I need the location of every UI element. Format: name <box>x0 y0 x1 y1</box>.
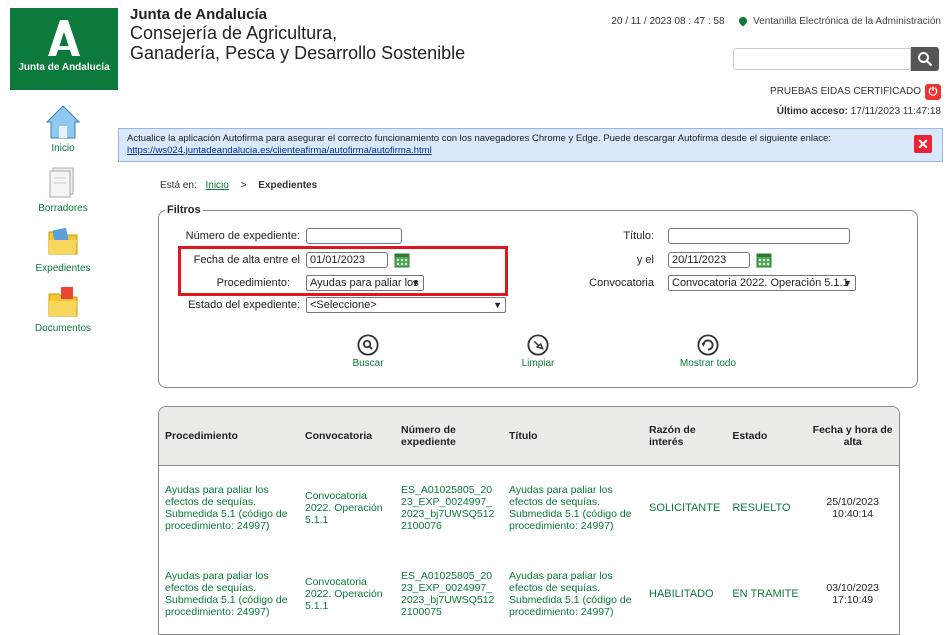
highlight-box <box>178 246 508 296</box>
chevron-down-icon: ▼ <box>493 300 502 310</box>
location-pin-icon <box>737 15 749 27</box>
cell-fecha-date: 03/10/2023 <box>826 582 879 594</box>
notice-link[interactable]: https://ws024.juntadeandalucia.es/client… <box>127 145 432 156</box>
junta-logo[interactable]: Junta de Andalucía <box>10 8 118 90</box>
table-row[interactable]: Ayudas para paliar los efectos de sequía… <box>159 551 899 634</box>
folder-icon <box>48 227 78 255</box>
notice-text: Actualice la aplicación Autofirma para a… <box>127 133 831 144</box>
cell-numero[interactable]: ES_A01025805_2023_EXP_0024997_2023_bj7UW… <box>395 551 503 634</box>
close-icon[interactable]: ✕ <box>914 135 932 153</box>
top-right-bar: 20 / 11 / 2023 08 : 47 : 58 Ventanilla E… <box>611 15 941 27</box>
nav-expedientes-label: Expedientes <box>35 263 91 274</box>
refresh-icon <box>697 334 719 356</box>
cell-razon[interactable]: SOLICITANTE <box>643 465 726 551</box>
y-el-label: y el <box>636 254 654 266</box>
cell-fecha-date: 25/10/2023 <box>826 496 879 509</box>
last-access-value: 17/11/2023 11:47:18 <box>850 106 941 117</box>
estado-label: Estado del expediente: <box>188 299 300 311</box>
cell-numero[interactable]: ES_A01025805_2023_EXP_0024997_2023_bj7UW… <box>395 465 503 551</box>
breadcrumb-prefix: Está en: <box>160 180 197 191</box>
col-convocatoria[interactable]: Convocatoria <box>299 407 395 466</box>
search-icon <box>357 334 379 356</box>
convocatoria-label: Convocatoria <box>589 277 654 289</box>
estado-select[interactable]: <Seleccione> ▼ <box>306 297 506 313</box>
buscar-button[interactable]: Buscar <box>340 334 396 369</box>
fecha-hasta-input[interactable]: 20/11/2023 <box>668 252 750 268</box>
col-numero[interactable]: Número de expediente <box>395 407 503 466</box>
nav-borradores[interactable]: Borradores <box>28 164 98 214</box>
cell-fecha[interactable]: 25/10/2023 10:40:14 <box>806 465 899 551</box>
limpiar-label: Limpiar <box>521 358 555 369</box>
col-razon[interactable]: Razón de interés <box>643 407 727 466</box>
results-table: Procedimiento Convocatoria Número de exp… <box>159 407 899 634</box>
power-icon[interactable]: ⏻ <box>925 84 941 100</box>
search-button[interactable] <box>911 47 939 71</box>
numero-expediente-input[interactable] <box>306 228 402 244</box>
documents-icon <box>48 287 78 317</box>
col-estado[interactable]: Estado <box>726 407 807 466</box>
convocatoria-select-value: Convocatoria 2022. Operación 5.1.1 <box>672 277 849 289</box>
convocatoria-select[interactable]: Convocatoria 2022. Operación 5.1.1 ▼ <box>668 275 856 291</box>
col-fecha[interactable]: Fecha y hora de alta <box>806 407 899 466</box>
col-procedimiento[interactable]: Procedimiento <box>159 407 299 466</box>
breadcrumb-home-link[interactable]: Inicio <box>205 180 228 191</box>
page-header: Junta de Andalucía Consejería de Agricul… <box>130 6 465 63</box>
nav-documentos-label: Documentos <box>34 323 92 334</box>
cell-titulo[interactable]: Ayudas para paliar los efectos de sequía… <box>503 465 643 551</box>
user-name: PRUEBAS EIDAS CERTIFICADO <box>770 86 921 97</box>
nav-documentos[interactable]: Documentos <box>28 284 98 334</box>
org-name: Junta de Andalucía <box>130 6 267 23</box>
cell-estado[interactable]: EN TRAMITE <box>726 551 806 634</box>
junta-logo-icon <box>48 20 80 56</box>
cell-titulo[interactable]: Ayudas para paliar los efectos de sequía… <box>503 551 643 634</box>
broom-icon <box>527 334 549 356</box>
breadcrumb-separator: > <box>240 180 247 191</box>
cell-razon[interactable]: HABILITADO <box>643 551 726 634</box>
nav-borradores-label: Borradores <box>38 203 88 214</box>
filters-legend: Filtros <box>167 204 201 216</box>
table-row[interactable]: Ayudas para paliar los efectos de sequía… <box>159 465 899 551</box>
estado-select-value: <Seleccione> <box>310 299 377 311</box>
buscar-label: Buscar <box>352 358 384 369</box>
cell-fecha[interactable]: 03/10/2023 17:10:49 <box>806 551 899 634</box>
last-access: Último acceso: 17/11/2023 11:47:18 <box>777 106 941 117</box>
dept-line-2: Ganadería, Pesca y Desarrollo Sostenible <box>130 43 466 63</box>
titulo-input[interactable] <box>668 228 850 244</box>
search-icon <box>918 52 933 67</box>
cell-procedimiento[interactable]: Ayudas para paliar los efectos de sequía… <box>159 465 299 551</box>
drafts-icon <box>49 167 74 198</box>
titulo-label: Título: <box>623 230 654 242</box>
logo-text: Junta de Andalucía <box>18 62 110 73</box>
breadcrumb: Está en: Inicio > Expedientes <box>160 180 317 191</box>
chevron-down-icon: ▼ <box>843 278 852 288</box>
left-sidebar: Junta de Andalucía Inicio Borradores Exp… <box>0 0 120 635</box>
nav-inicio[interactable]: Inicio <box>28 104 98 154</box>
cell-fecha-time: 10:40:14 <box>832 508 874 521</box>
ventanilla-link[interactable]: Ventanilla Electrónica de la Administrac… <box>753 16 941 27</box>
dept-line-1: Consejería de Agricultura, <box>130 23 338 43</box>
calendar-icon[interactable] <box>756 252 772 268</box>
nav-inicio-label: Inicio <box>51 143 75 154</box>
cell-convocatoria[interactable]: Convocatoria 2022. Operación 5.1.1 <box>299 551 395 634</box>
clock: 20 / 11 / 2023 08 : 47 : 58 <box>611 16 725 27</box>
mostrar-todo-button[interactable]: Mostrar todo <box>672 334 744 369</box>
limpiar-button[interactable]: Limpiar <box>510 334 566 369</box>
col-titulo[interactable]: Título <box>503 407 643 466</box>
cell-convocatoria[interactable]: Convocatoria 2022. Operación 5.1.1 <box>299 465 395 551</box>
search-input[interactable] <box>733 48 911 70</box>
nav-expedientes[interactable]: Expedientes <box>28 224 98 274</box>
mostrar-todo-label: Mostrar todo <box>679 358 737 369</box>
last-access-label: Último acceso: <box>776 106 848 117</box>
cell-procedimiento[interactable]: Ayudas para paliar los efectos de sequía… <box>159 551 299 634</box>
numero-label: Número de expediente: <box>185 230 300 242</box>
breadcrumb-current: Expedientes <box>258 180 318 191</box>
results-table-wrapper: Procedimiento Convocatoria Número de exp… <box>158 406 900 635</box>
table-header-row: Procedimiento Convocatoria Número de exp… <box>159 407 899 466</box>
autofirma-notice: Actualice la aplicación Autofirma para a… <box>118 128 943 162</box>
home-icon <box>45 105 81 139</box>
cell-estado[interactable]: RESUELTO <box>726 465 806 551</box>
cell-fecha-time: 17:10:49 <box>832 594 874 606</box>
